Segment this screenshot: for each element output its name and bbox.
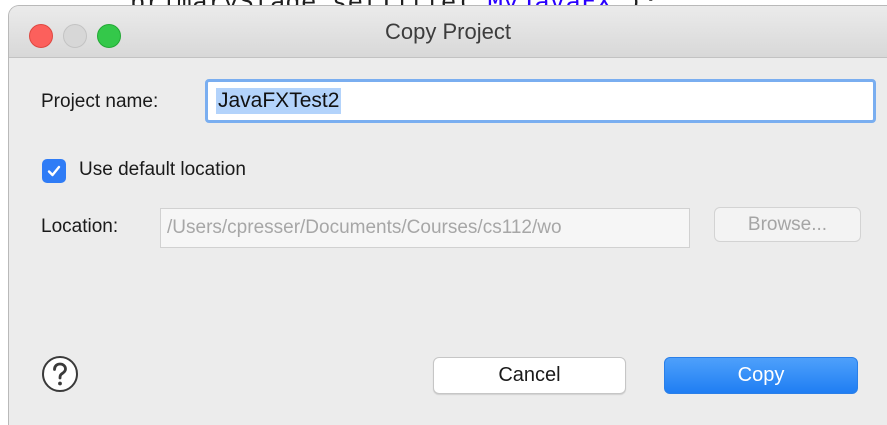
project-name-label: Project name: <box>41 91 159 112</box>
project-name-input[interactable]: JavaFXTest2 <box>205 79 876 123</box>
question-mark-icon[interactable] <box>41 355 79 393</box>
copy-button[interactable]: Copy <box>664 357 858 394</box>
title-bar: Copy Project <box>9 6 887 58</box>
location-label: Location: <box>41 216 119 237</box>
location-value: /Users/cpresser/Documents/Courses/cs112/… <box>167 217 562 238</box>
browse-button: Browse... <box>714 207 861 242</box>
checkmark-icon <box>47 165 61 177</box>
cancel-button[interactable]: Cancel <box>433 357 626 394</box>
use-default-location-label[interactable]: Use default location <box>79 159 246 181</box>
use-default-location-checkbox[interactable] <box>42 159 66 183</box>
dialog-title: Copy Project <box>385 19 511 44</box>
copy-project-dialog: Copy Project Project name: JavaFXTest2 U… <box>8 5 887 425</box>
project-name-value: JavaFXTest2 <box>216 88 342 114</box>
location-input: /Users/cpresser/Documents/Courses/cs112/… <box>160 208 690 248</box>
